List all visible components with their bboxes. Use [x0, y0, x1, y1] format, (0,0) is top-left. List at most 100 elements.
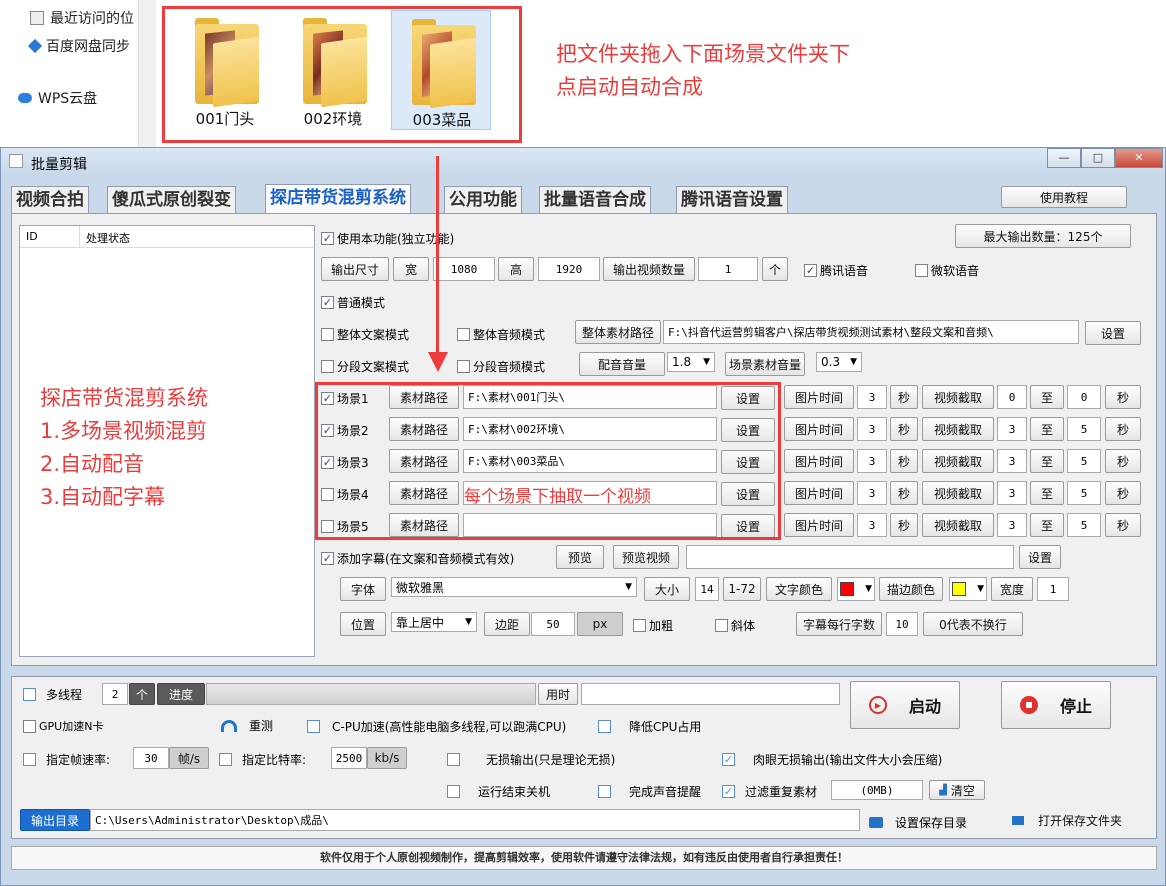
ms-voice-checkbox[interactable]: 微软语音 [915, 262, 979, 279]
whole-text-checkbox[interactable]: 整体文案模式 [321, 326, 409, 343]
gpu-checkbox[interactable]: GPU加速N卡 [23, 718, 103, 734]
shutdown-checkbox[interactable]: 运行结束关机 [447, 783, 550, 800]
scene-img-time-input[interactable]: 3 [857, 417, 887, 441]
max-output-display[interactable]: 最大输出数量：125个 [955, 224, 1131, 248]
col-id[interactable]: ID [20, 226, 80, 247]
tutorial-button[interactable]: 使用教程 [1001, 186, 1127, 208]
width-button[interactable]: 宽度 [991, 577, 1033, 601]
size-input[interactable]: 14 [695, 577, 719, 601]
threads-input[interactable]: 2 [102, 683, 128, 705]
whole-path-button[interactable]: 整体素材路径 [575, 320, 661, 344]
font-button[interactable]: 字体 [340, 577, 386, 601]
size-button[interactable]: 大小 [644, 577, 690, 601]
video-count-input[interactable]: 1 [698, 257, 758, 281]
cpu-checkbox[interactable]: C-PU加速(高性能电脑多线程,可以跑满CPU) [307, 718, 566, 735]
tab-batch-tts[interactable]: 批量语音合成 [539, 186, 651, 214]
multithread-checkbox[interactable]: 多线程 [23, 686, 82, 703]
normal-mode-checkbox[interactable]: ✓ 普通模式 [321, 294, 385, 311]
tab-tencent-voice[interactable]: 腾讯语音设置 [676, 186, 788, 214]
scene-cut-from-input[interactable]: 3 [997, 449, 1027, 473]
video-count-button[interactable]: 输出视频数量 [603, 257, 695, 281]
chars-per-line-input[interactable]: 10 [886, 612, 918, 636]
stop-button[interactable]: 停止 [1001, 681, 1111, 729]
tab-fission[interactable]: 傻瓜式原创裂变 [107, 186, 236, 214]
nav-wps[interactable]: WPS云盘 [18, 88, 97, 108]
dub-volume-select[interactable]: 1.8 ▼ [667, 352, 715, 372]
scene-video-cut-button[interactable]: 视频截取 [922, 417, 994, 441]
scene-video-cut-button[interactable]: 视频截取 [922, 481, 994, 505]
text-color-select[interactable]: ▼ [837, 577, 875, 601]
tencent-voice-checkbox[interactable]: ✓ 腾讯语音 [804, 262, 868, 279]
clear-button[interactable]: ▟ 清空 [929, 780, 985, 800]
position-select[interactable]: 靠上居中 ▼ [391, 612, 477, 632]
enable-checkbox[interactable]: ✓ 使用本功能(独立功能) [321, 230, 454, 247]
scene-img-time-input[interactable]: 3 [857, 513, 887, 537]
tab-store-mix[interactable]: 探店带货混剪系统 [265, 184, 411, 214]
scene-cut-from-input[interactable]: 3 [997, 513, 1027, 537]
scene-cut-to-input[interactable]: 5 [1067, 449, 1101, 473]
bold-checkbox[interactable]: 加粗 [633, 617, 673, 634]
set-save-dir-button[interactable]: 设置保存目录 [869, 814, 967, 831]
stroke-color-button[interactable]: 描边颜色 [879, 577, 943, 601]
nav-recent[interactable]: 最近访问的位 [30, 8, 134, 28]
maximize-button[interactable]: □ [1081, 148, 1115, 168]
tab-video-combine[interactable]: 视频合拍 [11, 186, 89, 214]
stroke-color-select[interactable]: ▼ [949, 577, 987, 601]
visual-lossless-checkbox[interactable]: ✓ 肉眼无损输出(输出文件大小会压缩) [722, 751, 942, 768]
open-save-dir-button[interactable]: 打开保存文件夹 [997, 809, 1137, 831]
chars-per-line-button[interactable]: 字幕每行字数 [796, 612, 882, 636]
scene-img-time-button[interactable]: 图片时间 [784, 513, 854, 537]
retest-button[interactable]: 重测 [221, 717, 273, 734]
output-size-button[interactable]: 输出尺寸 [321, 257, 389, 281]
start-button[interactable]: ▶ 启动 [850, 681, 960, 729]
dub-volume-button[interactable]: 配音音量 [579, 352, 665, 376]
title-bar[interactable]: 批量剪辑 — □ ✕ [1, 148, 1165, 176]
col-status[interactable]: 处理状态 [80, 226, 310, 247]
bitrate-input[interactable]: 2500 [331, 747, 367, 769]
scene-volume-select[interactable]: 0.3 ▼ [816, 352, 862, 372]
subtitle-settings-button[interactable]: 设置 [1019, 545, 1061, 569]
close-button[interactable]: ✕ [1115, 148, 1163, 168]
whole-settings-button[interactable]: 设置 [1085, 321, 1141, 345]
italic-checkbox[interactable]: 斜体 [715, 617, 755, 634]
scene-cut-from-input[interactable]: 3 [997, 417, 1027, 441]
scene-volume-button[interactable]: 场景素材音量 [725, 352, 805, 376]
sound-done-checkbox[interactable]: 完成声音提醒 [598, 783, 701, 800]
scene-cut-from-input[interactable]: 0 [997, 385, 1027, 409]
margin-button[interactable]: 边距 [484, 612, 530, 636]
width-input[interactable]: 1080 [433, 257, 495, 281]
whole-audio-checkbox[interactable]: 整体音频模式 [457, 326, 545, 343]
output-dir-button[interactable]: 输出目录 [20, 809, 90, 831]
scene-img-time-input[interactable]: 3 [857, 481, 887, 505]
scene-img-time-button[interactable]: 图片时间 [784, 481, 854, 505]
tab-common[interactable]: 公用功能 [444, 186, 522, 214]
filter-dup-checkbox[interactable]: ✓ 过滤重复素材 [722, 783, 817, 800]
height-input[interactable]: 1920 [538, 257, 600, 281]
seg-audio-checkbox[interactable]: 分段音频模式 [457, 358, 545, 375]
font-select[interactable]: 微软雅黑 ▼ [391, 577, 637, 597]
whole-path-input[interactable]: F:\抖音代运营剪辑客户\探店带货视频测试素材\整段文案和音频\ [663, 320, 1079, 344]
preview-video-button[interactable]: 预览视频 [613, 545, 679, 569]
scene-img-time-button[interactable]: 图片时间 [784, 417, 854, 441]
scene-cut-to-input[interactable]: 5 [1067, 513, 1101, 537]
low-cpu-checkbox[interactable]: 降低CPU占用 [598, 718, 701, 735]
seg-text-checkbox[interactable]: 分段文案模式 [321, 358, 409, 375]
add-subtitle-checkbox[interactable]: ✓ 添加字幕(在文案和音频模式有效) [321, 550, 514, 567]
scene-img-time-input[interactable]: 3 [857, 449, 887, 473]
text-color-button[interactable]: 文字颜色 [766, 577, 832, 601]
position-button[interactable]: 位置 [340, 612, 386, 636]
stroke-width-input[interactable]: 1 [1037, 577, 1069, 601]
preview-path-input[interactable] [686, 545, 1014, 569]
scene-cut-to-input[interactable]: 5 [1067, 481, 1101, 505]
bitrate-checkbox[interactable]: 指定比特率: [219, 751, 306, 768]
scene-img-time-input[interactable]: 3 [857, 385, 887, 409]
preview-button[interactable]: 预览 [556, 545, 604, 569]
nav-baidu[interactable]: 百度网盘同步 [27, 36, 130, 56]
scene-img-time-button[interactable]: 图片时间 [784, 385, 854, 409]
scene-cut-to-input[interactable]: 0 [1067, 385, 1101, 409]
scene-video-cut-button[interactable]: 视频截取 [922, 449, 994, 473]
scene-cut-from-input[interactable]: 3 [997, 481, 1027, 505]
lossless-checkbox[interactable]: 无损输出(只是理论无损) [447, 751, 615, 768]
minimize-button[interactable]: — [1047, 148, 1081, 168]
scene-cut-to-input[interactable]: 5 [1067, 417, 1101, 441]
